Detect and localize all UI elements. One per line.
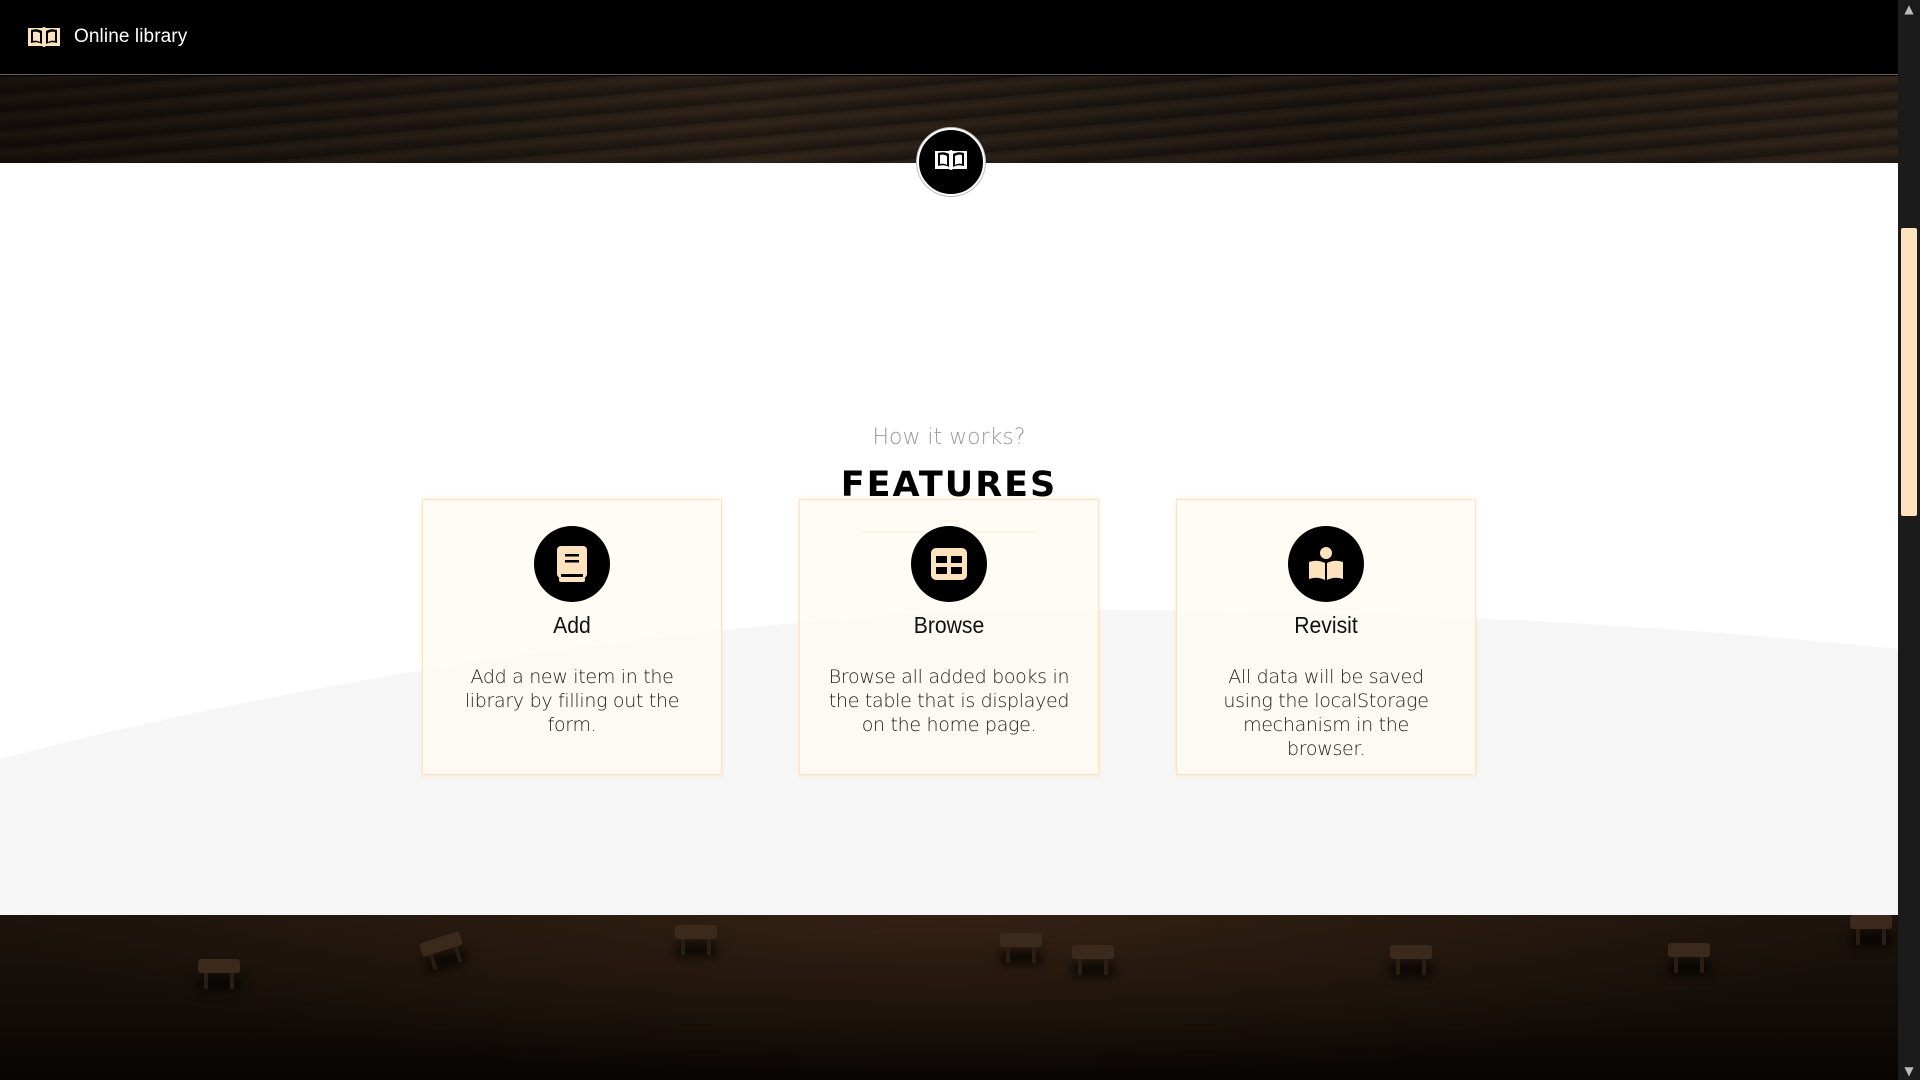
page-scrollbar[interactable]: ▲ ▼ (1898, 0, 1920, 1080)
section-badge (917, 128, 985, 196)
scrollbar-thumb[interactable] (1901, 228, 1917, 516)
feature-card-add: Add Add a new item in the library by fil… (422, 499, 722, 775)
chevron-down-icon[interactable]: ▼ (1898, 1062, 1920, 1080)
feature-card-revisit: Revisit All data will be saved using the… (1176, 499, 1476, 775)
chevron-up-icon[interactable]: ▲ (1898, 0, 1920, 18)
footer-background (0, 915, 1898, 1080)
open-book-icon (26, 25, 62, 49)
stool-decoration (418, 930, 464, 958)
feature-title: Add (553, 612, 591, 638)
stool-decoration (1072, 945, 1114, 975)
reader-icon (1288, 526, 1364, 602)
stool-decoration (1390, 945, 1432, 975)
feature-description: Browse all added books in the table that… (828, 666, 1070, 736)
app-title: Online library (74, 26, 188, 47)
feature-description: Add a new item in the library by filling… (464, 666, 680, 736)
feature-title: Browse (913, 612, 985, 638)
top-navbar: Online library (0, 0, 1898, 75)
open-book-icon (933, 148, 969, 177)
stool-decoration (198, 959, 240, 989)
stool-decoration (675, 925, 717, 955)
stool-decoration (1850, 915, 1892, 945)
brand-link[interactable]: Online library (26, 25, 187, 49)
table-icon (911, 526, 987, 602)
features-section: How it works? FEATURES Add Add a new ite… (0, 163, 1898, 915)
book-icon (534, 526, 610, 602)
feature-cards: Add Add a new item in the library by fil… (422, 499, 1478, 777)
feature-description: All data will be saved using the localSt… (1223, 666, 1429, 760)
feature-card-browse: Browse Browse all added books in the tab… (799, 499, 1099, 775)
section-subtitle: How it works? (872, 425, 1026, 450)
stool-decoration (1000, 933, 1042, 963)
stool-decoration (1668, 943, 1710, 973)
feature-title: Revisit (1294, 612, 1358, 638)
